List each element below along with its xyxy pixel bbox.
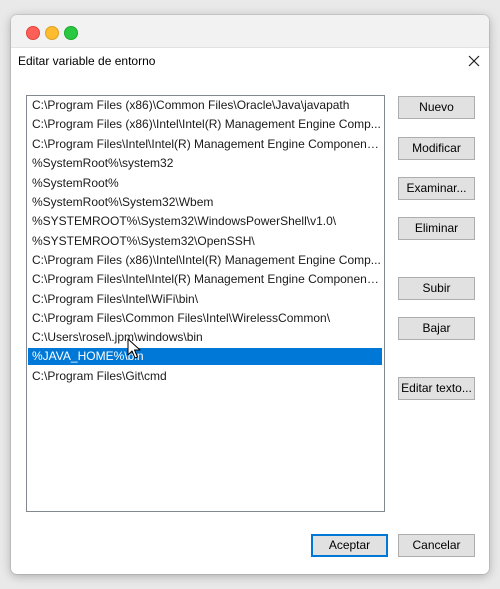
list-item[interactable]: C:\Program Files (x86)\Intel\Intel(R) Ma… xyxy=(28,252,382,269)
cancelar-button[interactable]: Cancelar xyxy=(398,534,475,557)
editar-texto-button[interactable]: Editar texto... xyxy=(398,377,475,400)
list-item[interactable]: C:\Program Files\Intel\Intel(R) Manageme… xyxy=(28,271,382,288)
mouse-pointer-icon xyxy=(127,338,141,359)
dialog-title: Editar variable de entorno xyxy=(18,54,156,68)
list-item[interactable]: %SYSTEMROOT%\System32\WindowsPowerShell\… xyxy=(28,213,382,230)
list-item[interactable]: C:\Program Files (x86)\Common Files\Orac… xyxy=(28,97,382,114)
modificar-button[interactable]: Modificar xyxy=(398,137,475,160)
list-item-selected[interactable]: %JAVA_HOME%\bin xyxy=(28,348,382,365)
close-window-button[interactable] xyxy=(26,26,40,40)
list-item[interactable]: C:\Program Files\Common Files\Intel\Wire… xyxy=(28,310,382,327)
list-item[interactable]: %SystemRoot% xyxy=(28,175,382,192)
close-icon[interactable] xyxy=(464,51,484,71)
list-item[interactable]: %SystemRoot%\system32 xyxy=(28,155,382,172)
title-bar xyxy=(11,15,489,48)
list-item[interactable]: C:\Program Files\Intel\Intel(R) Manageme… xyxy=(28,136,382,153)
list-item[interactable]: C:\Program Files (x86)\Intel\Intel(R) Ma… xyxy=(28,116,382,133)
zoom-window-button[interactable] xyxy=(64,26,78,40)
list-item[interactable]: C:\Users\rosel\.jpm\windows\bin xyxy=(28,329,382,346)
list-item[interactable]: %SystemRoot%\System32\Wbem xyxy=(28,194,382,211)
aceptar-button[interactable]: Aceptar xyxy=(311,534,388,557)
eliminar-button[interactable]: Eliminar xyxy=(398,217,475,240)
subir-button[interactable]: Subir xyxy=(398,277,475,300)
examinar-button[interactable]: Examinar... xyxy=(398,177,475,200)
nuevo-button[interactable]: Nuevo xyxy=(398,96,475,119)
path-list[interactable]: C:\Program Files (x86)\Common Files\Orac… xyxy=(26,95,385,512)
bajar-button[interactable]: Bajar xyxy=(398,317,475,340)
list-item[interactable]: %SYSTEMROOT%\System32\OpenSSH\ xyxy=(28,233,382,250)
list-item[interactable]: C:\Program Files\Intel\WiFi\bin\ xyxy=(28,291,382,308)
minimize-window-button[interactable] xyxy=(45,26,59,40)
list-item[interactable]: C:\Program Files\Git\cmd xyxy=(28,368,382,385)
edit-env-variable-window: Editar variable de entorno C:\Program Fi… xyxy=(11,15,489,574)
